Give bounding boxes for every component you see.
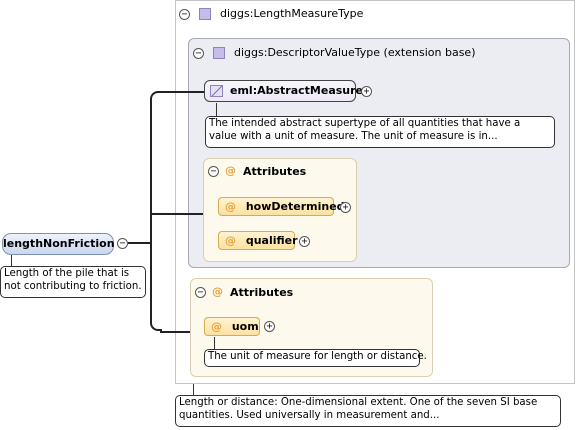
type-attributes-toggle[interactable]: − <box>195 287 206 298</box>
attribute-group-icon: @ <box>212 285 223 298</box>
abstract-element-annotation: The intended abstract supertype of all q… <box>205 116 555 148</box>
attribute-icon: @ <box>225 234 236 247</box>
extension-attributes-title: Attributes <box>243 165 307 178</box>
sequence-bracket <box>150 91 162 331</box>
uom-expand-toggle[interactable]: + <box>264 321 275 332</box>
complex-type-icon <box>199 8 211 20</box>
extension-collapse-toggle[interactable]: − <box>193 48 204 59</box>
extension-attributes-toggle[interactable]: − <box>208 166 219 177</box>
uom-annotation: The unit of measure for length or distan… <box>204 349 427 367</box>
attribute-howdetermined[interactable]: @ howDetermined <box>218 197 345 216</box>
extension-title: diggs:DescriptorValueType (extension bas… <box>234 46 476 59</box>
attribute-qualifier-label: qualifier <box>245 234 298 247</box>
root-connector <box>128 242 151 244</box>
attribute-qualifier[interactable]: @ qualifier <box>218 231 298 250</box>
attribute-howdetermined-label: howDetermined <box>245 200 345 213</box>
extension-type-icon <box>213 47 225 59</box>
attribute-group-icon: @ <box>225 164 236 177</box>
howdetermined-expand-toggle[interactable]: + <box>340 202 351 213</box>
abstract-note-pointer <box>216 103 217 117</box>
bracket-to-element-connector <box>160 91 205 93</box>
qualifier-expand-toggle[interactable]: + <box>299 236 310 247</box>
root-element-lengthnonfriction[interactable]: lengthNonFriction <box>2 233 115 255</box>
attribute-uom-label: uom <box>231 320 259 333</box>
root-annotation: Length of the pile that is not contribut… <box>0 266 146 298</box>
abstract-measure-element[interactable]: eml:AbstractMeasure <box>204 80 363 102</box>
bracket-to-ext-attributes-connector <box>151 213 204 215</box>
abstract-element-icon <box>210 85 223 97</box>
attribute-uom[interactable]: @ uom <box>204 317 260 336</box>
length-type-collapse-toggle[interactable]: − <box>179 9 190 20</box>
abstract-element-label: eml:AbstractMeasure <box>230 84 364 97</box>
attribute-icon: @ <box>211 320 222 333</box>
root-collapse-toggle[interactable]: − <box>117 238 128 249</box>
abstract-element-expand-toggle[interactable]: + <box>361 86 372 97</box>
type-attributes-title: Attributes <box>230 286 294 299</box>
attribute-icon: @ <box>225 200 236 213</box>
length-type-title: diggs:LengthMeasureType <box>220 7 364 20</box>
length-type-annotation: Length or distance: One-dimensional exte… <box>175 395 561 427</box>
